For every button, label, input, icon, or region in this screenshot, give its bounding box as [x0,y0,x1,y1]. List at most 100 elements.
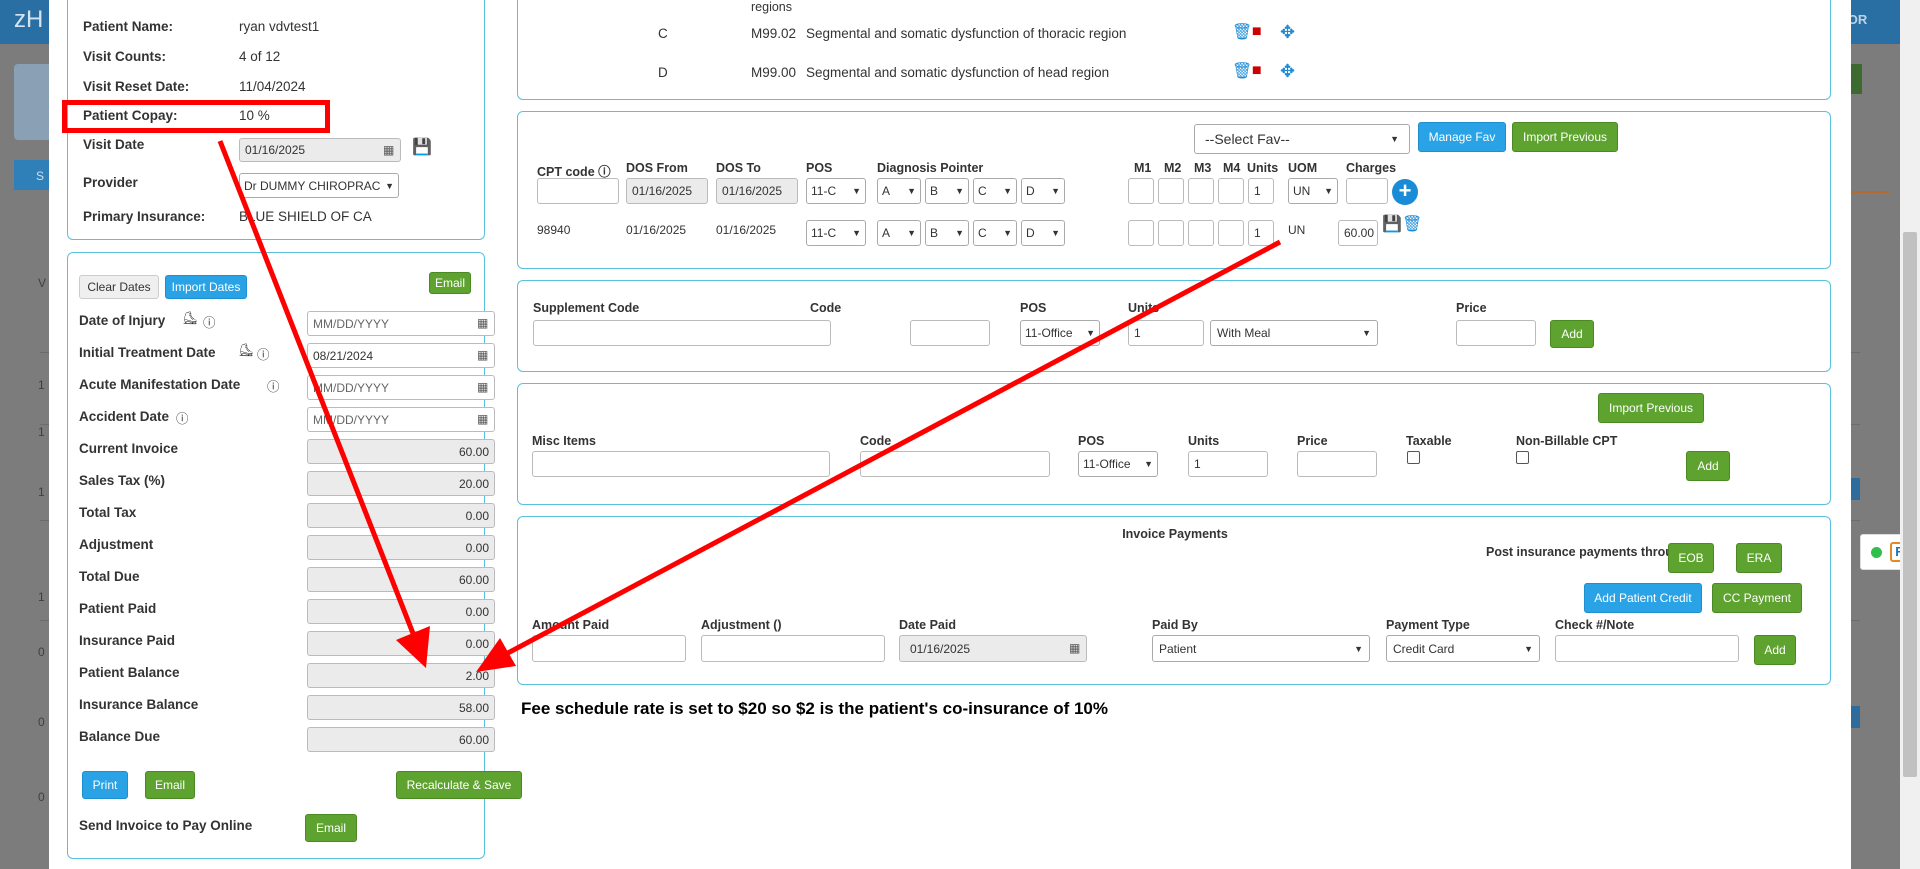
background-divider [1850,191,1890,193]
calendar-icon[interactable]: ▦ [477,380,488,394]
background-row-label: 1 [38,485,45,499]
row-pointer-select-d[interactable]: D ▼ [1021,220,1065,246]
manage-fav-button[interactable]: Manage Fav [1418,122,1506,152]
pointer-select-c[interactable]: C ▼ [973,178,1017,204]
non-billable-checkbox[interactable] [1516,451,1529,464]
misc-pos-select[interactable]: 11-Office ▼ [1078,451,1158,477]
patient-paid-field: 0.00 [307,599,495,624]
import-previous-button[interactable]: Import Previous [1512,122,1618,152]
dos-to-value: 01/16/2025 [722,184,783,198]
dos-to-input[interactable]: 01/16/2025 [716,178,798,204]
row-pos-select[interactable]: 11-C ▼ [806,220,866,246]
paid-by-select[interactable]: Patient ▼ [1152,635,1370,662]
recalculate-save-button[interactable]: Recalculate & Save [396,771,522,799]
misc-units-input[interactable]: 1 [1188,451,1268,477]
cc-payment-button[interactable]: CC Payment [1712,583,1802,613]
m3-input[interactable] [1188,178,1214,204]
chevron-down-icon: ▼ [852,186,861,196]
add-circle-icon[interactable]: + [1392,179,1418,205]
supplement-pos-select[interactable]: 11-Office ▼ [1020,320,1100,346]
m1-input[interactable] [1128,178,1154,204]
payment-type-select[interactable]: Credit Card ▼ [1386,635,1540,662]
supplement-code-input[interactable] [533,320,831,346]
row-m1-input[interactable] [1128,220,1154,246]
calendar-icon[interactable]: ▦ [383,143,394,157]
cpt-code-input[interactable] [537,178,619,204]
save-icon[interactable]: 💾 [412,140,432,156]
row-pointer-select-c[interactable]: C ▼ [973,220,1017,246]
email-invoice-button[interactable]: Email [145,771,195,799]
row-m2-input[interactable] [1158,220,1184,246]
background-button [1850,706,1860,728]
charges-input[interactable] [1346,178,1388,204]
chevron-down-icon: ▼ [1390,134,1399,144]
date-paid-input[interactable]: 01/16/2025 [899,635,1087,662]
acute-manifestation-input[interactable]: MM/DD/YYYY [307,375,495,400]
payment-add-button[interactable]: Add [1754,635,1796,665]
taxable-checkbox[interactable] [1407,451,1420,464]
print-button[interactable]: Print [82,771,128,799]
add-patient-credit-button[interactable]: Add Patient Credit [1584,583,1702,613]
move-icon[interactable]: ✥ [1280,62,1295,80]
date-of-injury-input[interactable]: MM/DD/YYYY [307,311,495,336]
calendar-icon[interactable]: ▦ [477,412,488,426]
amount-paid-input[interactable] [532,635,686,662]
row-pointer-select-a[interactable]: A ▼ [877,220,921,246]
era-button[interactable]: ERA [1736,543,1782,573]
stop-icon[interactable]: ⏹ [1252,61,1262,80]
units-input[interactable]: 1 [1248,178,1274,204]
patient-paid-value: 0.00 [465,604,489,619]
calendar-icon[interactable]: ▦ [477,316,488,330]
pos-select[interactable]: 11-C ▼ [806,178,866,204]
check-note-input[interactable] [1555,635,1739,662]
row-charges-input[interactable]: 60.00 [1338,220,1378,246]
supplement-price-input[interactable] [1456,320,1536,346]
select-fav-dropdown[interactable]: --Select Fav-- ▼ [1194,124,1410,154]
import-dates-button[interactable]: Import Dates [165,275,247,299]
supplement-add-button[interactable]: Add [1550,320,1594,348]
trash-icon[interactable]: 🗑 [1232,64,1252,80]
provider-select[interactable]: Dr DUMMY CHIROPRAC ▼ [239,173,399,198]
m4-input[interactable] [1218,178,1244,204]
eob-button[interactable]: EOB [1668,543,1714,573]
misc-add-button[interactable]: Add [1686,451,1730,481]
initial-treatment-input[interactable]: 08/21/2024 [307,343,495,368]
uom-select[interactable]: UN ▼ [1288,178,1338,204]
meal-select[interactable]: With Meal ▼ [1210,320,1378,346]
m2-input[interactable] [1158,178,1184,204]
stop-icon[interactable]: ⏹ [1252,22,1262,41]
calendar-icon[interactable]: ▦ [477,348,488,362]
accident-date-input[interactable]: MM/DD/YYYY [307,407,495,432]
email-button[interactable]: Email [429,272,471,294]
background-tab: S [14,160,52,190]
trash-icon[interactable]: 🗑 [1232,25,1252,41]
dos-from-input[interactable]: 01/16/2025 [626,178,708,204]
row-m4-input[interactable] [1218,220,1244,246]
visit-date-input[interactable]: 01/16/2025 [239,138,401,162]
misc-import-previous-button[interactable]: Import Previous [1598,393,1704,423]
col-units: Units [1247,161,1279,175]
pointer-select-b[interactable]: B ▼ [925,178,969,204]
pointer-select-d[interactable]: D ▼ [1021,178,1065,204]
calendar-icon[interactable]: ▦ [1069,641,1080,655]
adjustment-pay-input[interactable] [701,635,885,662]
move-icon[interactable]: ✥ [1280,23,1295,41]
clear-dates-button[interactable]: Clear Dates [79,275,159,299]
trash-icon[interactable]: 🗑 [1402,217,1422,233]
scrollbar-thumb[interactable] [1903,232,1917,777]
misc-price-input[interactable] [1297,451,1377,477]
adjustment-field: 0.00 [307,535,495,560]
save-icon[interactable]: 💾 [1382,217,1402,233]
row-m3-input[interactable] [1188,220,1214,246]
row-units-input[interactable]: 1 [1248,220,1274,246]
misc-code-input[interactable] [860,451,1050,477]
supplement-code2-input[interactable] [910,320,990,346]
misc-items-input[interactable] [532,451,830,477]
row-pointer-select-b[interactable]: B ▼ [925,220,969,246]
insurance-paid-value: 0.00 [465,636,489,651]
pointer-select-a[interactable]: A ▼ [877,178,921,204]
send-invoice-email-button[interactable]: Email [305,814,357,842]
supplement-units-input[interactable]: 1 [1128,320,1204,346]
insurance-paid-label: Insurance Paid [79,633,176,648]
initial-treatment-label: Initial Treatment Date [79,345,216,360]
